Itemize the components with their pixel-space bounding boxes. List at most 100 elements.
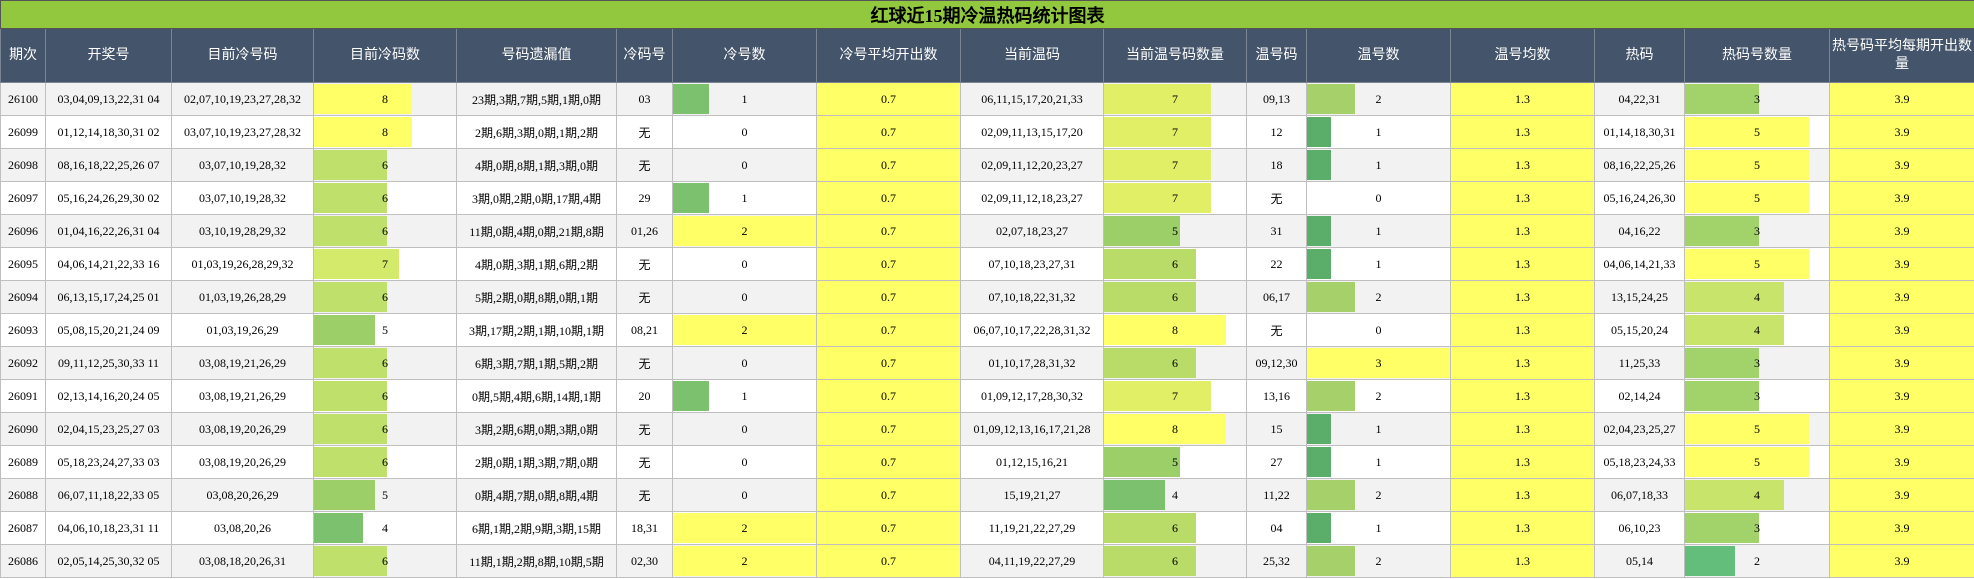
cell-warm-num: 0 <box>1306 181 1451 215</box>
cell-warm-avg: 1.3 <box>1450 313 1595 347</box>
cell-cold-avg: 0.7 <box>816 181 961 215</box>
cell-cold-code: 无 <box>616 346 673 380</box>
cell-draw-numbers: 08,16,18,22,25,26 07 <box>45 148 172 182</box>
bar-value: 8 <box>382 124 388 139</box>
data-bar <box>314 480 376 510</box>
data-bar <box>1307 480 1355 510</box>
data-bar <box>314 282 388 312</box>
cell-warm-numbers: 07,10,18,22,31,32 <box>960 280 1104 314</box>
bar-value: 3 <box>1754 91 1760 106</box>
cell-hot-avg: 3.9 <box>1829 445 1974 479</box>
cell-warm-num: 2 <box>1306 379 1451 413</box>
cell-warm-count: 5 <box>1103 445 1247 479</box>
bar-value: 4 <box>1172 487 1178 502</box>
cell-warm-num: 2 <box>1306 82 1451 116</box>
bar-value: 7 <box>382 256 388 271</box>
cell-period: 26086 <box>0 544 46 578</box>
cell-omission: 11期,1期,2期,8期,10期,5期 <box>456 544 617 578</box>
cell-warm-code: 06,17 <box>1246 280 1307 314</box>
cell-cold-count: 4 <box>313 511 457 545</box>
cell-warm-code: 无 <box>1246 313 1307 347</box>
cell-period: 26094 <box>0 280 46 314</box>
table-row: 26100 03,04,09,13,22,31 04 02,07,10,19,23,… <box>0 82 1974 116</box>
data-bar <box>1104 84 1211 114</box>
cell-draw-numbers: 01,12,14,18,30,31 02 <box>45 115 172 149</box>
cell-hot-count: 5 <box>1684 181 1830 215</box>
cell-warm-numbers: 01,09,12,17,28,30,32 <box>960 379 1104 413</box>
bar-value: 6 <box>382 388 388 403</box>
cell-warm-num: 1 <box>1306 511 1451 545</box>
cell-draw-numbers: 06,13,15,17,24,25 01 <box>45 280 172 314</box>
cell-warm-avg: 1.3 <box>1450 379 1595 413</box>
cell-warm-count: 7 <box>1103 148 1247 182</box>
bar-value: 6 <box>382 289 388 304</box>
cell-period: 26087 <box>0 511 46 545</box>
data-bar <box>1685 447 1809 477</box>
data-bar <box>1685 216 1760 246</box>
data-bar <box>314 414 388 444</box>
data-bar <box>1104 315 1227 345</box>
bar-value: 7 <box>1172 157 1178 172</box>
cell-warm-code: 12 <box>1246 115 1307 149</box>
table-row: 26088 06,07,11,18,22,33 05 03,08,20,26,29 5… <box>0 478 1974 512</box>
cell-hot-count: 3 <box>1684 346 1830 380</box>
cell-cold-avg: 0.7 <box>816 214 961 248</box>
header-period: 期次 <box>0 28 46 83</box>
bar-value: 5 <box>1754 454 1760 469</box>
data-bar <box>314 183 388 213</box>
cell-cold-count: 6 <box>313 445 457 479</box>
cell-hot-numbers: 04,16,22 <box>1594 214 1685 248</box>
bar-value: 4 <box>382 520 388 535</box>
cell-cold-code: 03 <box>616 82 673 116</box>
cell-warm-avg: 1.3 <box>1450 82 1595 116</box>
cell-draw-numbers: 02,04,15,23,25,27 03 <box>45 412 172 446</box>
cell-warm-num: 1 <box>1306 214 1451 248</box>
cell-warm-count: 6 <box>1103 346 1247 380</box>
data-bar <box>1685 183 1809 213</box>
cell-warm-count: 7 <box>1103 379 1247 413</box>
cell-hot-count: 5 <box>1684 115 1830 149</box>
bar-value: 4 <box>1754 487 1760 502</box>
data-bar <box>1685 414 1809 444</box>
table-row: 26095 04,06,14,21,22,33 16 01,03,19,26,28,… <box>0 247 1974 281</box>
cell-warm-numbers: 02,09,11,13,15,17,20 <box>960 115 1104 149</box>
table-row: 26093 05,08,15,20,21,24 09 01,03,19,26,29 5… <box>0 313 1974 347</box>
cell-period: 26089 <box>0 445 46 479</box>
data-bar <box>1307 414 1331 444</box>
cell-draw-numbers: 03,04,09,13,22,31 04 <box>45 82 172 116</box>
cell-cold-avg: 0.7 <box>816 115 961 149</box>
cell-warm-avg: 1.3 <box>1450 181 1595 215</box>
data-bar <box>1104 183 1211 213</box>
data-bar <box>314 513 363 543</box>
cell-warm-num: 1 <box>1306 412 1451 446</box>
cell-cold-code: 18,31 <box>616 511 673 545</box>
cell-hot-avg: 3.9 <box>1829 313 1974 347</box>
cell-warm-count: 8 <box>1103 313 1247 347</box>
cell-cold-numbers: 03,08,19,21,26,29 <box>171 379 314 413</box>
data-bar <box>1104 381 1211 411</box>
bar-value: 7 <box>1172 190 1178 205</box>
cell-hot-count: 3 <box>1684 511 1830 545</box>
cell-cold-avg: 0.7 <box>816 544 961 578</box>
bar-value: 2 <box>1375 289 1382 304</box>
data-bar <box>1104 117 1211 147</box>
data-bar <box>1307 249 1331 279</box>
cell-cold-code: 无 <box>616 478 673 512</box>
data-bar <box>314 150 388 180</box>
cell-hot-numbers: 06,10,23 <box>1594 511 1685 545</box>
data-bar <box>1104 150 1211 180</box>
cell-cold-count: 5 <box>313 478 457 512</box>
cell-omission: 2期,0期,1期,3期,7期,0期 <box>456 445 617 479</box>
cell-draw-numbers: 05,08,15,20,21,24 09 <box>45 313 172 347</box>
cell-warm-avg: 1.3 <box>1450 511 1595 545</box>
cell-period: 26099 <box>0 115 46 149</box>
table-row: 26098 08,16,18,22,25,26 07 03,07,10,19,28,… <box>0 148 1974 182</box>
cell-hot-count: 5 <box>1684 247 1830 281</box>
header-warm-count: 当前温号码数量 <box>1103 28 1247 83</box>
bar-value: 6 <box>382 454 388 469</box>
bar-value: 6 <box>1172 520 1178 535</box>
cell-cold-avg: 0.7 <box>816 313 961 347</box>
cell-omission: 5期,2期,0期,8期,0期,1期 <box>456 280 617 314</box>
cell-cold-code: 无 <box>616 115 673 149</box>
table-body: 26100 03,04,09,13,22,31 04 02,07,10,19,23,… <box>0 82 1974 578</box>
